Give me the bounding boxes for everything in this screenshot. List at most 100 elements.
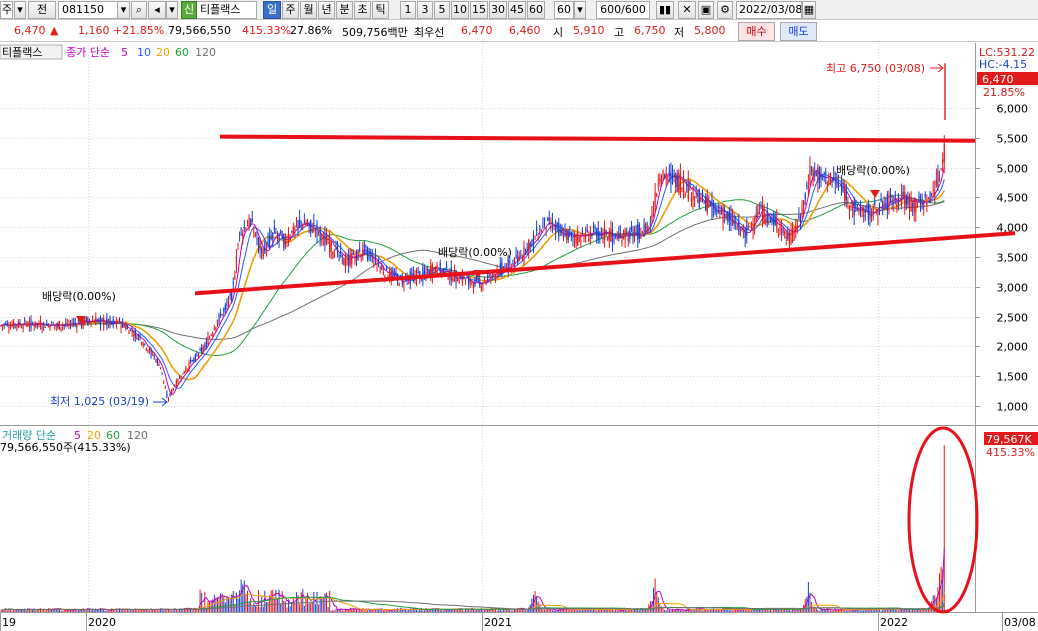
candle-body: [763, 206, 765, 224]
candle-body: [129, 329, 132, 331]
candle-body: [524, 249, 527, 251]
minute-tab-60[interactable]: 60: [527, 1, 545, 19]
candle-body: [771, 216, 773, 223]
minute-tab-1[interactable]: 1: [400, 1, 416, 19]
stock-code-input[interactable]: 081150: [58, 1, 118, 19]
calendar-icon[interactable]: ▦: [802, 1, 816, 19]
candle-body: [436, 265, 438, 275]
candle-body: [828, 173, 830, 185]
period-tab-0[interactable]: 일: [263, 1, 281, 19]
candle-body: [254, 233, 256, 236]
candle-body: [621, 239, 623, 244]
minute-tab-45[interactable]: 45: [508, 1, 526, 19]
interval-input[interactable]: 60: [554, 1, 574, 19]
candle-body: [1, 324, 4, 326]
candle-body: [711, 198, 713, 217]
minute-tab-3[interactable]: 3: [417, 1, 433, 19]
candle-body: [58, 321, 61, 330]
interval-dropdown-icon[interactable]: ▾: [574, 1, 586, 19]
candle-body: [148, 348, 151, 352]
date-field[interactable]: 2022/03/08: [736, 1, 802, 19]
prev-button[interactable]: 전: [28, 1, 56, 19]
candle-body: [619, 232, 621, 238]
minute-tab-15[interactable]: 15: [470, 1, 488, 19]
candle-body: [915, 199, 917, 212]
candle-body: [336, 246, 339, 250]
candle-body: [870, 214, 873, 217]
buy-button[interactable]: 매수: [738, 22, 775, 41]
candle-body: [469, 279, 471, 283]
candle-body: [863, 214, 865, 217]
candle-body: [109, 317, 111, 327]
candle-body: [765, 219, 767, 223]
candle-body: [545, 227, 547, 229]
candle-body: [517, 256, 519, 263]
time-axis-labels: 19 2020 2021 2022 03/08: [0, 612, 1036, 631]
candle-body: [882, 201, 884, 208]
candle-body: [185, 368, 187, 372]
candle-body: [684, 192, 686, 197]
candle-body: [321, 236, 323, 238]
candle-body: [547, 217, 549, 221]
candle-body: [142, 344, 144, 346]
period-tab-1[interactable]: 주: [282, 1, 299, 19]
candle-body: [191, 360, 193, 362]
settings-icon[interactable]: ⚙: [717, 1, 733, 19]
candle-body: [322, 236, 324, 238]
period-tab-3[interactable]: 년: [318, 1, 335, 19]
candle-body: [498, 272, 500, 275]
candle-body: [670, 171, 672, 185]
candle-body: [190, 360, 192, 362]
candle-body: [531, 240, 533, 242]
candle-body: [303, 222, 305, 224]
candle-body: [632, 229, 634, 238]
candle-body: [85, 318, 87, 320]
candle-body: [504, 265, 506, 267]
search-icon[interactable]: ⌕: [131, 1, 147, 19]
candle-body: [761, 205, 764, 223]
candle-body: [624, 229, 626, 240]
crosshair-icon[interactable]: ✕: [678, 1, 696, 19]
buy-label: 매수: [746, 25, 767, 38]
minute-tab-5[interactable]: 5: [434, 1, 450, 19]
credit-label: 신: [183, 3, 195, 16]
volume-ma5-line: [1, 548, 945, 612]
minute-tab-30[interactable]: 30: [489, 1, 507, 19]
candle-body: [11, 324, 13, 326]
candle-body: [177, 379, 179, 383]
period-tab-4[interactable]: 분: [336, 1, 353, 19]
stock-chart[interactable]: 티플랙스 종가 단순 5 10 20 60 120 LC:531.22 HC:-…: [0, 43, 1038, 631]
candle-type-icon[interactable]: ▮▮: [656, 1, 674, 19]
speaker-dropdown-icon[interactable]: ▾: [166, 1, 178, 19]
candle-body: [286, 241, 288, 243]
candle-body: [118, 318, 121, 321]
candle-body: [722, 206, 724, 222]
candle-body: [104, 323, 106, 325]
candle-body: [640, 235, 642, 239]
ma20-legend: 20: [156, 46, 170, 59]
candle-body: [193, 359, 195, 361]
period-tab-2[interactable]: 월: [300, 1, 317, 19]
candle-body: [592, 225, 595, 229]
candle-body: [607, 238, 609, 241]
save-icon[interactable]: ▣: [698, 1, 714, 19]
market-select[interactable]: 주: [0, 1, 13, 19]
market-dropdown-icon[interactable]: ▾: [14, 1, 26, 19]
speaker-icon[interactable]: ◂: [148, 1, 166, 19]
candle-body: [287, 233, 290, 242]
count-value: 600/600: [600, 3, 646, 16]
count-field[interactable]: 600/600: [596, 1, 650, 19]
code-dropdown-icon[interactable]: ▾: [117, 1, 130, 19]
minute-tab-10[interactable]: 10: [451, 1, 469, 19]
sell-button[interactable]: 매도: [780, 22, 817, 41]
candle-body: [425, 272, 427, 274]
candle-body: [306, 223, 309, 225]
period-tab-6[interactable]: 틱: [372, 1, 389, 19]
period-tab-5[interactable]: 초: [354, 1, 371, 19]
candle-body: [637, 224, 639, 240]
candle-body: [114, 321, 116, 323]
candle-body: [645, 224, 647, 234]
candle-body: [654, 192, 656, 208]
candle-body: [790, 231, 792, 244]
candle-body: [934, 191, 936, 196]
